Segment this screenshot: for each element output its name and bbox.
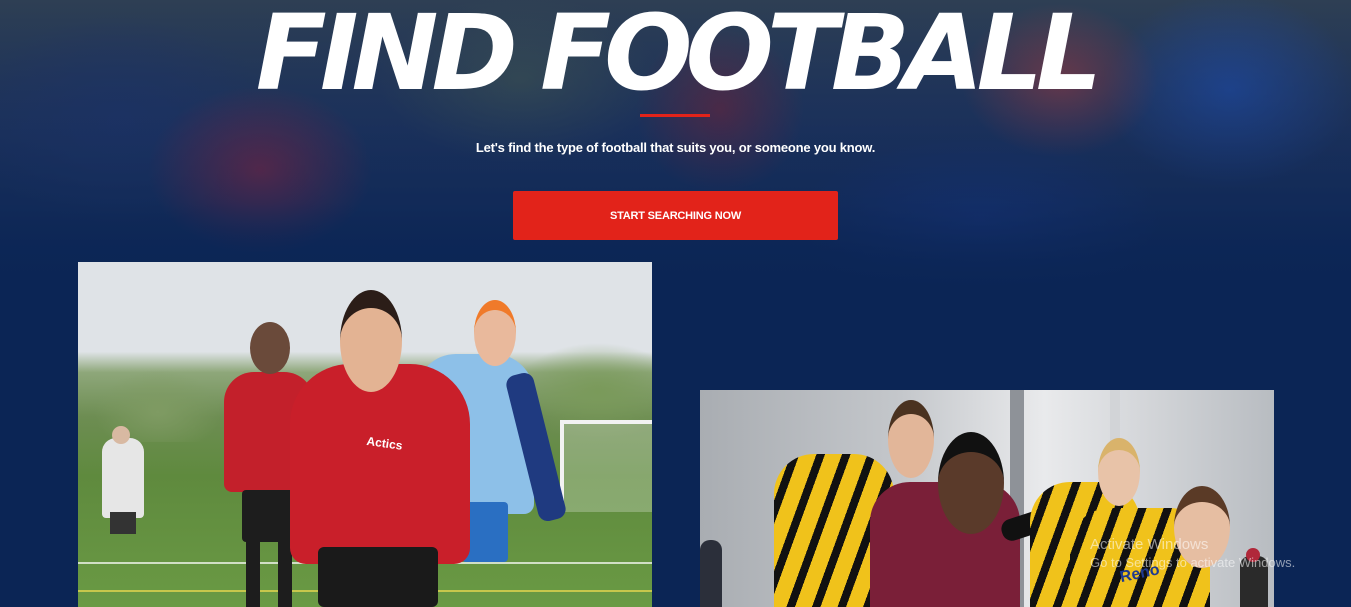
activate-windows-watermark: Activate Windows Go to Settings to activ… <box>1090 532 1295 576</box>
start-searching-button[interactable]: START SEARCHING NOW <box>513 191 838 240</box>
page-title: FIND FOOTBALL <box>255 0 1102 114</box>
womens-football-photo: Actics <box>78 262 652 607</box>
hero-subtitle: Let's find the type of football that sui… <box>475 140 876 155</box>
title-underline <box>640 114 710 117</box>
hero-section: FIND FOOTBALL Let's find the type of foo… <box>0 0 1351 290</box>
watermark-subtitle: Go to Settings to activate Windows. <box>1090 555 1296 570</box>
